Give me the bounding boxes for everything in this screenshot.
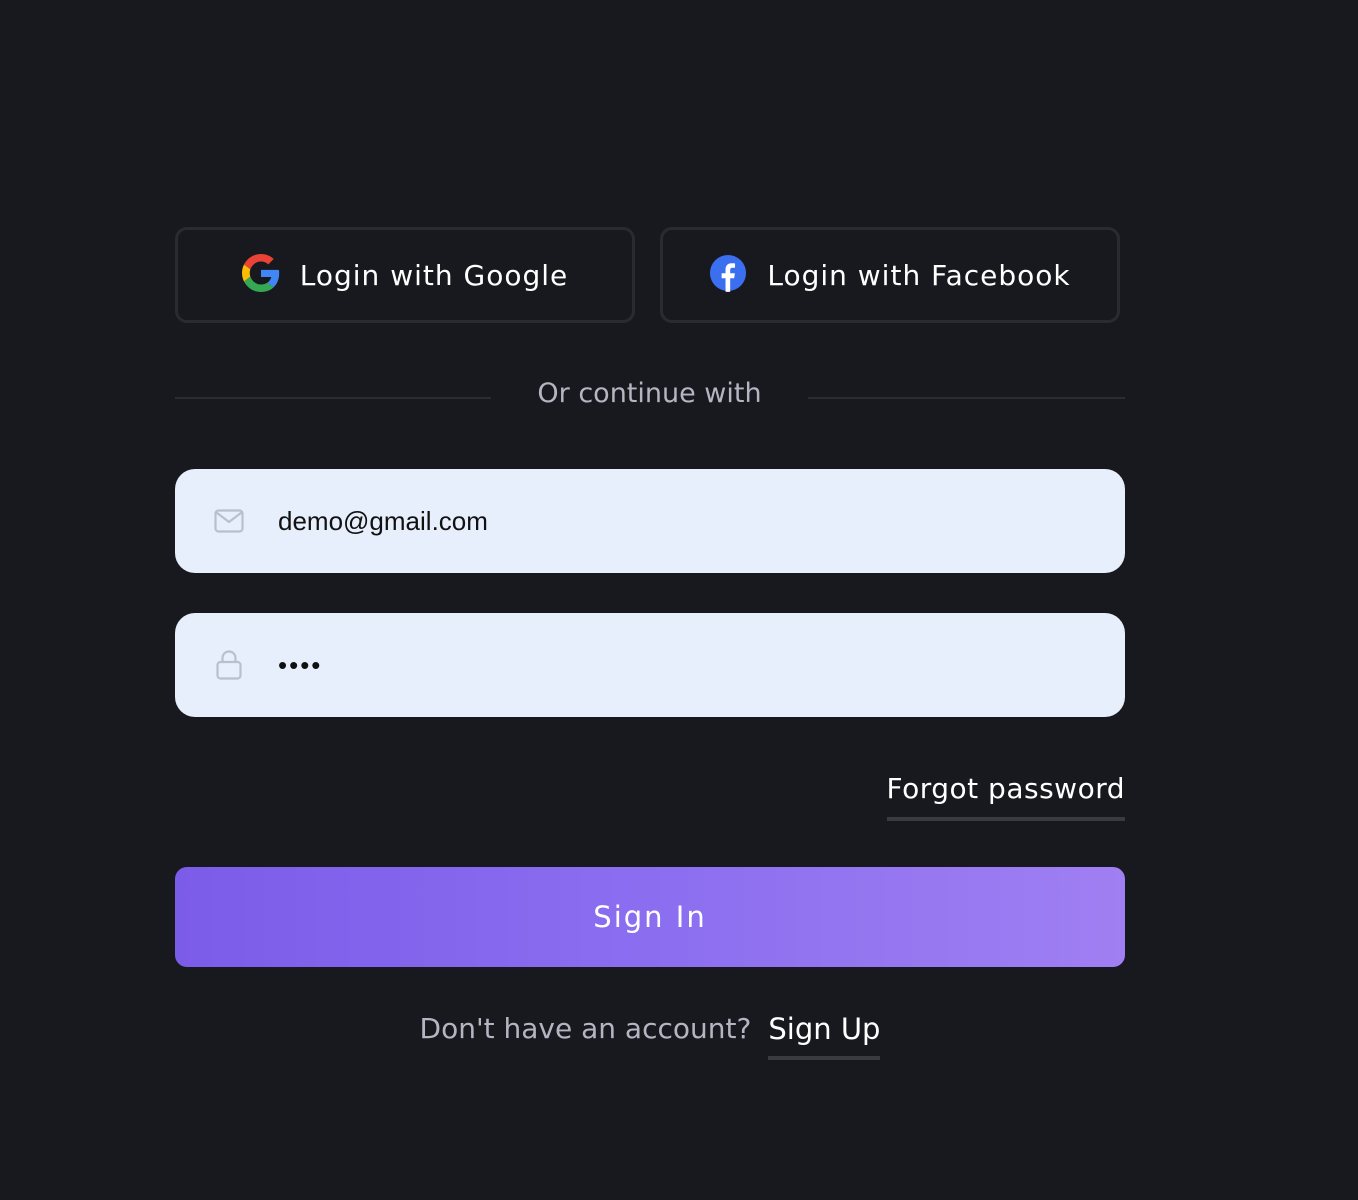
signup-row: Don't have an account? Sign Up [0,1012,1300,1060]
sign-in-button[interactable]: Sign In [175,867,1125,967]
facebook-button-label: Login with Facebook [767,258,1071,292]
password-field[interactable] [175,613,1125,717]
mail-icon [213,505,245,537]
login-with-facebook-button[interactable]: Login with Facebook [660,227,1120,323]
login-with-google-button[interactable]: Login with Google [175,227,635,323]
email-field[interactable] [175,469,1125,573]
signup-prompt: Don't have an account? [419,1012,752,1045]
facebook-icon [709,254,747,296]
google-button-label: Login with Google [299,258,569,292]
divider-line-right [808,397,1125,399]
forgot-password-link[interactable]: Forgot password [886,772,1125,821]
sign-up-link[interactable]: Sign Up [768,1012,881,1060]
google-icon [241,254,280,296]
email-input[interactable] [278,505,1058,537]
login-page: Login with Google Login with Facebook Or… [0,0,1358,1200]
lock-icon [213,649,245,681]
divider-line-left [175,397,491,399]
divider-text: Or continue with [537,378,762,409]
password-input[interactable] [278,649,1058,681]
